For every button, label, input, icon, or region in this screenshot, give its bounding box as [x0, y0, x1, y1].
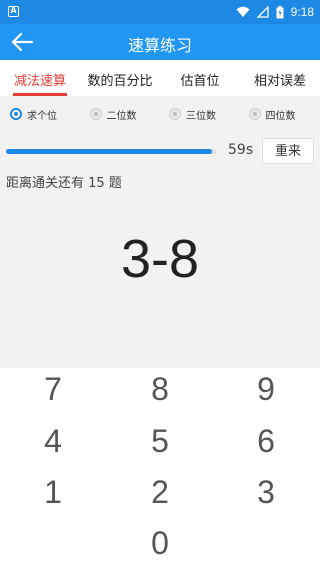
tab-label: 数的百分比	[87, 74, 153, 89]
key-2[interactable]: 2	[130, 473, 190, 511]
notification-icon: A	[8, 6, 19, 17]
question-expression: 3-8	[120, 229, 200, 289]
time-progress-bar	[6, 149, 216, 154]
practice-area: 59s 重来 距离通关还有 15 题 3-8	[0, 132, 320, 368]
option-three-digit[interactable]: 三位数	[161, 107, 241, 122]
radio-unchecked-icon	[248, 108, 261, 120]
key-0[interactable]: 0	[130, 524, 190, 562]
battery-icon	[276, 5, 284, 18]
option-label: 二位数	[106, 110, 137, 122]
tab-estimate-first-digit[interactable]: 估首位	[160, 60, 240, 96]
key-7[interactable]: 7	[23, 370, 83, 408]
key-9[interactable]: 9	[236, 370, 296, 408]
radio-unchecked-icon	[169, 108, 181, 120]
option-two-digit[interactable]: 二位数	[82, 107, 162, 122]
tab-relative-error[interactable]: 相对误差	[240, 60, 320, 96]
tab-label: 估首位	[180, 74, 220, 89]
reset-button[interactable]: 重来	[262, 138, 314, 164]
timer-label: 59s	[228, 142, 254, 158]
option-four-digit[interactable]: 四位数	[241, 107, 320, 122]
time-progress-fill	[6, 149, 212, 154]
radio-checked-icon	[10, 108, 22, 120]
app-toolbar: 速算练习	[0, 24, 320, 60]
radio-unchecked-icon	[89, 108, 102, 120]
key-8[interactable]: 8	[130, 370, 190, 408]
page-title: 速算练习	[127, 38, 192, 55]
key-5[interactable]: 5	[130, 422, 190, 460]
key-1[interactable]: 1	[23, 473, 83, 511]
signal-icon	[256, 6, 269, 18]
remaining-questions: 距离通关还有 15 题	[6, 176, 122, 191]
status-bar: A 9:18	[0, 0, 320, 24]
tab-label: 减法速算	[13, 74, 66, 89]
status-time: 9:18	[290, 5, 314, 19]
tab-subtraction[interactable]: 减法速算	[0, 60, 80, 96]
tab-label: 相对误差	[253, 74, 306, 89]
mode-options: 求个位 二位数 三位数 四位数	[0, 96, 320, 132]
option-label: 三位数	[186, 110, 216, 122]
status-icons: 9:18	[236, 4, 314, 20]
tab-percentage[interactable]: 数的百分比	[80, 60, 160, 96]
key-6[interactable]: 6	[236, 422, 296, 460]
number-keypad: 7 8 9 4 5 6 1 2 3 0	[0, 368, 320, 568]
key-3[interactable]: 3	[236, 473, 296, 511]
wifi-icon	[236, 6, 250, 17]
key-4[interactable]: 4	[23, 422, 83, 460]
tab-bar: 减法速算 数的百分比 估首位 相对误差	[0, 60, 320, 96]
option-label: 四位数	[265, 110, 296, 122]
option-units-digit[interactable]: 求个位	[0, 107, 82, 122]
option-label: 求个位	[27, 110, 57, 122]
